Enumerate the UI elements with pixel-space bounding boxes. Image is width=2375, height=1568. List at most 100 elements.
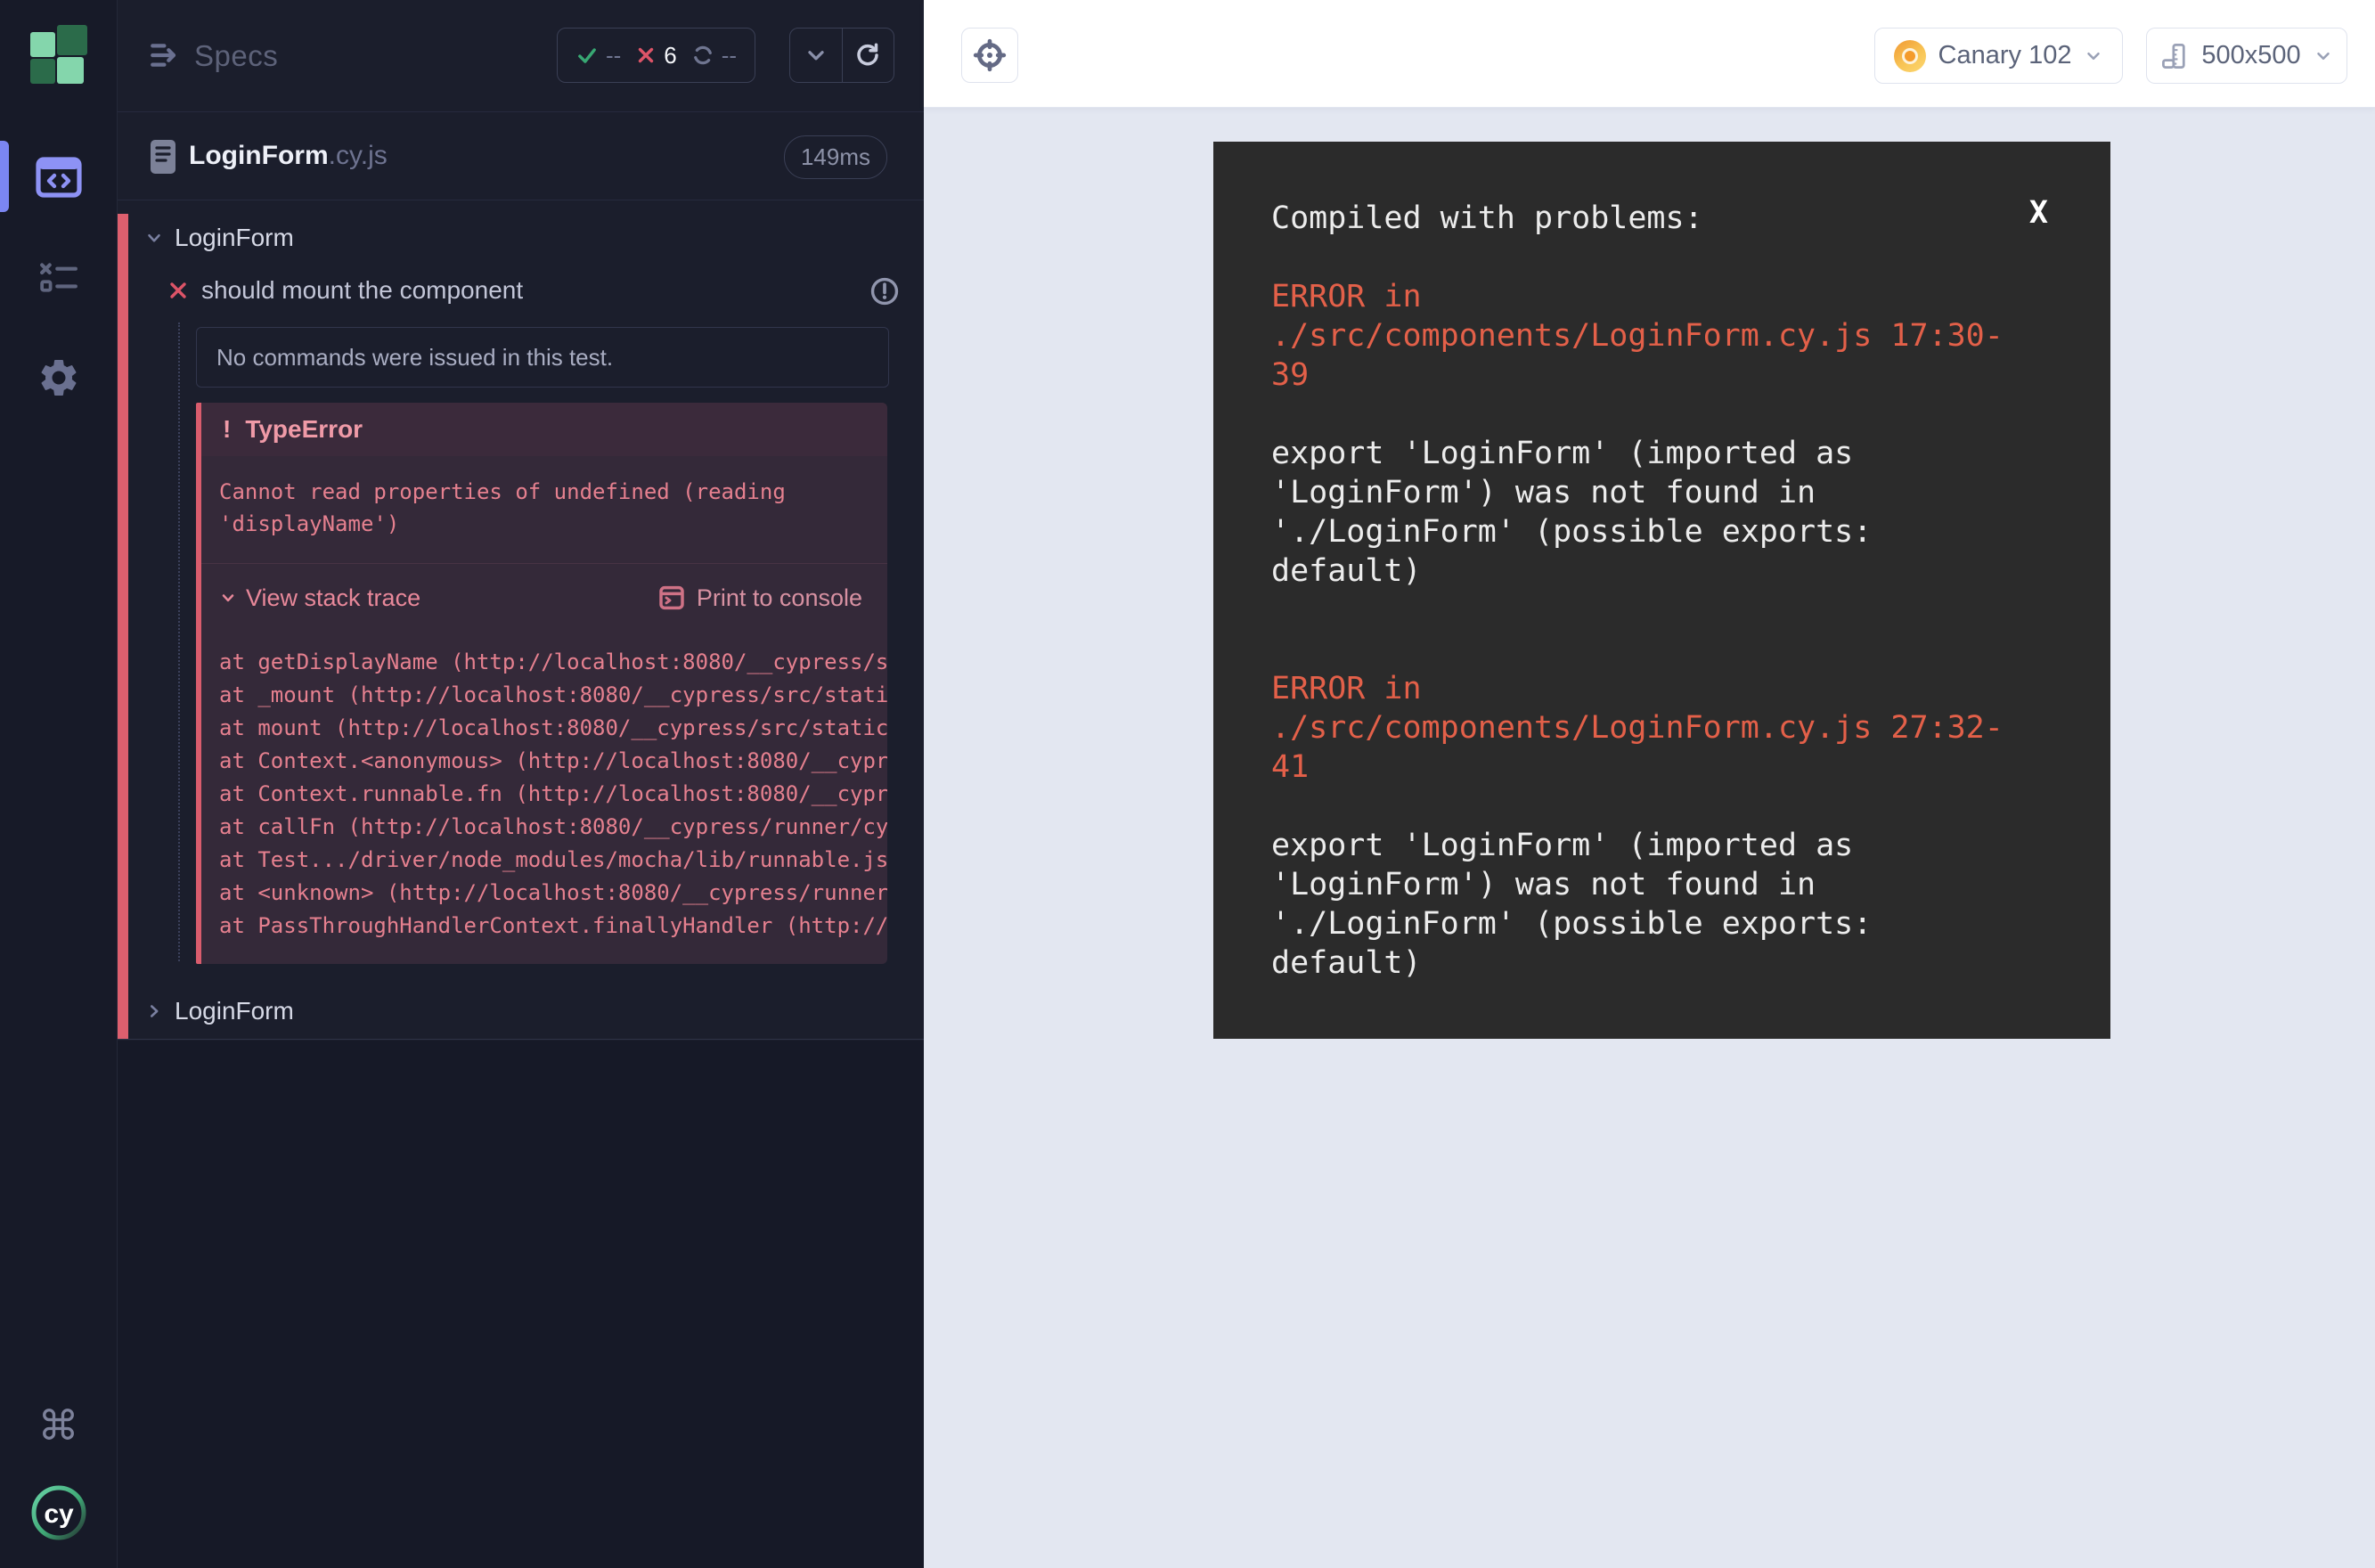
failed-count: 6 xyxy=(664,42,676,69)
error-type: TypeError xyxy=(245,415,363,444)
aut-toolbar: Canary 102 500x500 xyxy=(924,0,2375,108)
suite-name: LoginForm xyxy=(175,224,294,252)
chevron-right-icon xyxy=(144,1001,164,1021)
test-row-should-mount[interactable]: should mount the component xyxy=(118,264,924,317)
specs-panel-title: Specs xyxy=(194,0,278,111)
test-stats-summary: -- 6 -- xyxy=(557,28,755,83)
aut-area: Canary 102 500x500 X Compiled with probl… xyxy=(924,0,2375,1568)
test-indent-guide xyxy=(178,323,180,961)
overlay-title: Compiled with problems: xyxy=(1271,199,2060,238)
test-error-block: ! TypeError Cannot read properties of un… xyxy=(196,403,887,964)
cy-logo-text: cy xyxy=(44,1499,74,1529)
view-stack-trace-toggle[interactable]: View stack trace xyxy=(219,584,420,612)
cypress-app-window: ⌘ cy xyxy=(0,0,2375,1568)
spacer xyxy=(1271,787,2060,826)
pending-count: -- xyxy=(722,42,737,69)
error-body-line: 'LoginForm') was not found in xyxy=(1271,473,2060,512)
crosshair-icon xyxy=(972,37,1008,73)
window-code-icon xyxy=(36,157,82,198)
spacer xyxy=(1271,395,2060,434)
stack-trace-line: at <unknown> (http://localhost:8080/__cy… xyxy=(219,877,887,910)
spec-duration-badge: 149ms xyxy=(784,135,887,179)
nav-runs-button[interactable] xyxy=(0,255,117,301)
chrome-canary-icon xyxy=(1894,40,1926,72)
check-icon xyxy=(575,44,599,67)
error-body-line: export 'LoginForm' (imported as xyxy=(1271,434,2060,473)
cypress-logo-button[interactable]: cy xyxy=(0,1481,117,1545)
compile-error-2: ERROR in ./src/components/LoginForm.cy.j… xyxy=(1271,669,2060,983)
stack-trace-line: at _mount (http://localhost:8080/__cypre… xyxy=(219,679,887,712)
spec-file-icon xyxy=(150,139,176,175)
view-stack-trace-label: View stack trace xyxy=(246,584,420,612)
error-body-line: 'LoginForm') was not found in xyxy=(1271,865,2060,904)
error-header: ! TypeError xyxy=(201,403,887,456)
error-actions-row: View stack trace Print to console xyxy=(201,564,887,632)
chevron-down-icon xyxy=(219,589,237,607)
spec-file-row[interactable]: LoginForm.cy.js 149ms xyxy=(118,112,924,200)
error-body-line: default) xyxy=(1271,943,2060,983)
rerun-tests-button[interactable] xyxy=(842,29,894,82)
stack-trace-line: at callFn (http://localhost:8080/__cypre… xyxy=(219,811,887,844)
warning-circle-icon[interactable] xyxy=(869,276,900,306)
error-heading-line: 39 xyxy=(1271,355,2060,395)
browser-select[interactable]: Canary 102 xyxy=(1874,28,2123,84)
specs-list-icon xyxy=(148,39,184,71)
webpack-error-overlay: X Compiled with problems: ERROR in ./src… xyxy=(1213,142,2110,1039)
logo-square xyxy=(57,25,87,55)
console-icon xyxy=(657,584,686,612)
test-name: should mount the component xyxy=(201,276,523,305)
spec-file-basename: LoginForm xyxy=(189,141,329,171)
viewport-select-label: 500x500 xyxy=(2201,41,2300,70)
stack-trace-line: at mount (http://localhost:8080/__cypres… xyxy=(219,712,887,745)
suite-name: LoginForm xyxy=(175,997,294,1025)
suite-row-loginform[interactable]: LoginForm xyxy=(118,212,924,264)
stack-trace-line: at Context.runnable.fn (http://localhost… xyxy=(219,778,887,811)
stack-trace-line: at PassThroughHandlerContext.finallyHand… xyxy=(219,910,887,943)
error-body-line: default) xyxy=(1271,551,2060,591)
error-body-line: './LoginForm' (possible exports: xyxy=(1271,512,2060,551)
ruler-icon xyxy=(2160,42,2189,70)
chevron-down-icon xyxy=(804,44,828,67)
failed-suite-indicator-strip xyxy=(118,214,128,1040)
selector-playground-button[interactable] xyxy=(961,28,1018,83)
nav-specs-button[interactable] xyxy=(0,150,117,205)
stack-trace: at getDisplayName (http://localhost:8080… xyxy=(201,632,887,964)
no-commands-note: No commands were issued in this test. xyxy=(196,327,889,388)
reporter-panel: Specs -- 6 -- xyxy=(118,0,924,1568)
compile-error-1: ERROR in ./src/components/LoginForm.cy.j… xyxy=(1271,277,2060,591)
chevron-down-icon xyxy=(2314,46,2333,66)
browser-select-label: Canary 102 xyxy=(1938,41,2072,70)
error-heading-line: ./src/components/LoginForm.cy.js 27:32- xyxy=(1271,708,2060,747)
spec-file-extension: .cy.js xyxy=(329,141,388,171)
reporter-header: Specs -- 6 -- xyxy=(118,0,924,112)
left-nav-rail: ⌘ cy xyxy=(0,0,118,1568)
stat-failed: 6 xyxy=(635,42,676,69)
error-message: Cannot read properties of undefined (rea… xyxy=(201,456,887,563)
cypress-app-logo-icon[interactable] xyxy=(30,25,87,84)
chevron-down-icon xyxy=(144,228,164,248)
keyboard-shortcuts-button[interactable]: ⌘ xyxy=(0,1401,117,1450)
error-message-line: Cannot read properties of undefined (rea… xyxy=(219,476,871,508)
error-heading-line: 41 xyxy=(1271,747,2060,787)
stack-trace-line: at Test.../driver/node_modules/mocha/lib… xyxy=(219,844,887,877)
passed-count: -- xyxy=(606,42,621,69)
print-to-console-button[interactable]: Print to console xyxy=(657,584,862,612)
error-message-line: 'displayName') xyxy=(219,508,871,540)
pending-icon xyxy=(691,44,714,67)
cypress-cy-logo-icon: cy xyxy=(29,1482,89,1543)
error-heading-line: ERROR in xyxy=(1271,669,2060,708)
reporter-actions xyxy=(789,28,894,83)
nav-settings-button[interactable] xyxy=(0,353,117,403)
reporter-empty-area xyxy=(118,1041,924,1568)
overlay-content: Compiled with problems: ERROR in ./src/c… xyxy=(1271,199,2060,1061)
suite-row-loginform-collapsed[interactable]: LoginForm xyxy=(118,983,924,1040)
refresh-icon xyxy=(854,42,881,69)
command-icon: ⌘ xyxy=(38,1401,79,1450)
test-results-list-icon xyxy=(37,260,80,296)
stat-passed: -- xyxy=(575,42,621,69)
viewport-select[interactable]: 500x500 xyxy=(2146,28,2347,84)
stat-pending: -- xyxy=(691,42,737,69)
logo-square xyxy=(57,57,84,84)
test-failed-x-icon xyxy=(167,280,189,301)
collapse-all-button[interactable] xyxy=(790,29,842,82)
